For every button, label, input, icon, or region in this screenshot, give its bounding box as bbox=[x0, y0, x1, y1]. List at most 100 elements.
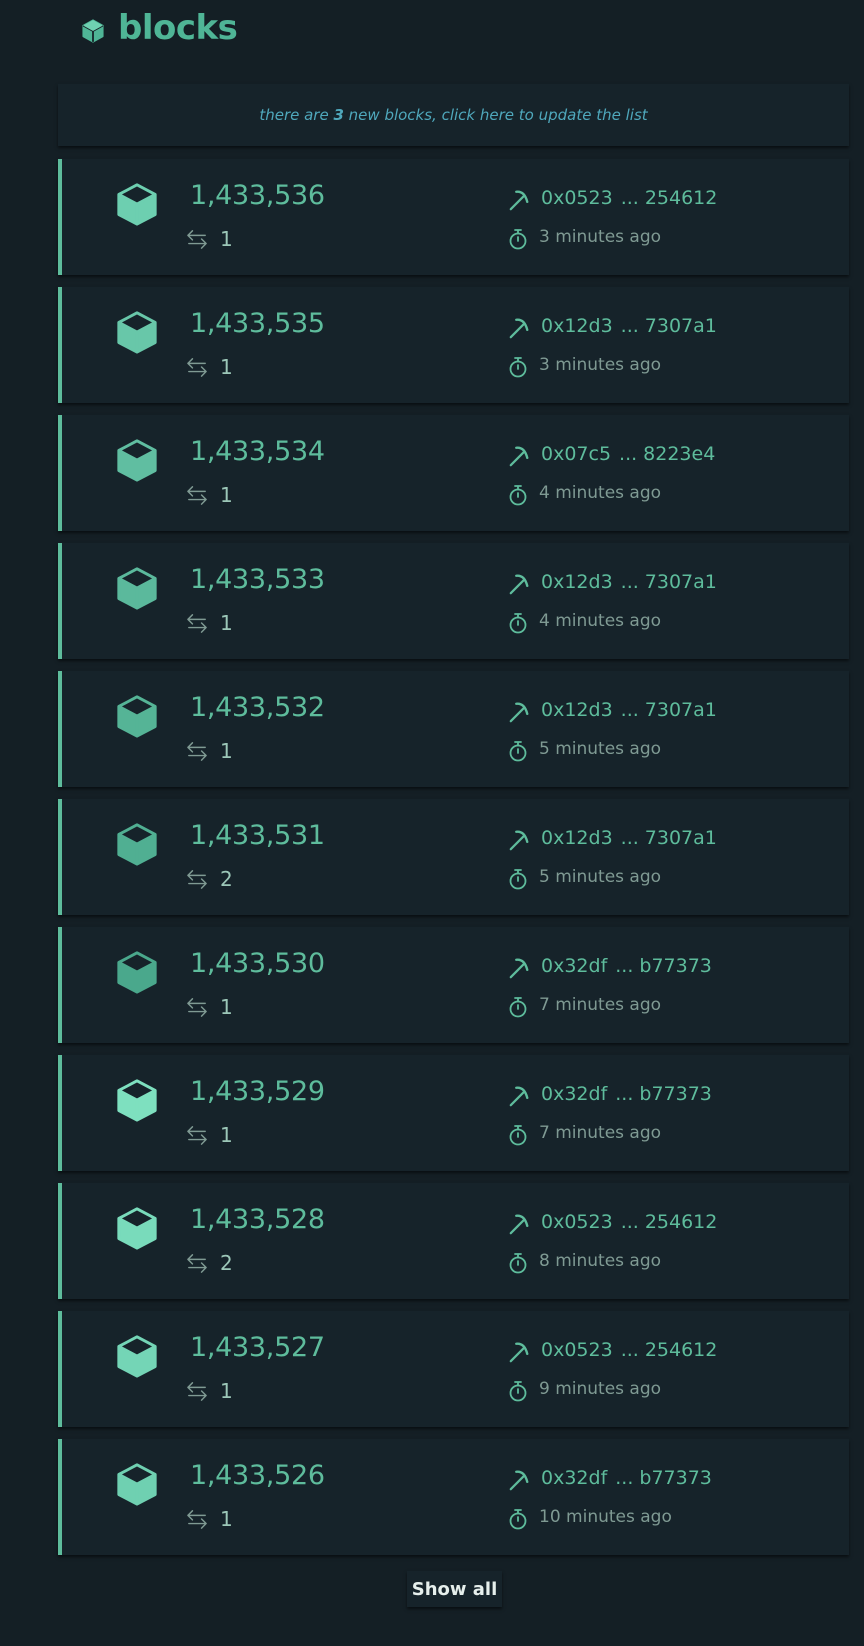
tx-count: 1 bbox=[220, 1507, 233, 1531]
block-number[interactable]: 1,433,531 bbox=[190, 820, 325, 851]
miner-address-prefix: 0x32df bbox=[541, 1467, 608, 1489]
block-row[interactable]: 1,433,526 1 0x32df... b77373 10 minutes a… bbox=[58, 1439, 849, 1555]
miner-address-prefix: 0x07c5 bbox=[541, 443, 612, 465]
miner-address[interactable]: 0x12d3... 7307a1 bbox=[541, 315, 717, 337]
tx-count: 1 bbox=[220, 1123, 233, 1147]
block-number[interactable]: 1,433,529 bbox=[190, 1076, 325, 1107]
miner-address-prefix: 0x0523 bbox=[541, 1339, 613, 1361]
block-cube-icon bbox=[117, 1463, 157, 1506]
miner-address-suffix: 7307a1 bbox=[644, 571, 717, 593]
miner-address-ellipsis: ... bbox=[620, 699, 639, 721]
new-blocks-notice[interactable]: there are 3 new blocks, click here to up… bbox=[58, 84, 849, 146]
block-time: 4 minutes ago bbox=[539, 483, 662, 503]
block-time: 3 minutes ago bbox=[539, 227, 662, 247]
block-time: 5 minutes ago bbox=[539, 867, 662, 887]
transfer-arrows-icon bbox=[187, 614, 207, 633]
notice-prefix: there are bbox=[259, 106, 334, 124]
block-row[interactable]: 1,433,528 2 0x0523... 254612 8 minutes ag… bbox=[58, 1183, 849, 1299]
miner-address-suffix: 7307a1 bbox=[644, 315, 717, 337]
stopwatch-icon bbox=[509, 1125, 527, 1146]
pickaxe-icon bbox=[509, 318, 529, 339]
miner-address[interactable]: 0x32df... b77373 bbox=[541, 1467, 712, 1489]
tx-count: 1 bbox=[220, 611, 233, 635]
miner-address[interactable]: 0x07c5... 8223e4 bbox=[541, 443, 715, 465]
miner-address-suffix: b77373 bbox=[639, 1467, 712, 1489]
block-number[interactable]: 1,433,533 bbox=[190, 564, 325, 595]
block-number[interactable]: 1,433,532 bbox=[190, 692, 325, 723]
block-row[interactable]: 1,433,529 1 0x32df... b77373 7 minutes ag… bbox=[58, 1055, 849, 1171]
miner-address[interactable]: 0x32df... b77373 bbox=[541, 1083, 712, 1105]
transfer-arrows-icon bbox=[187, 1510, 207, 1529]
block-cube-icon bbox=[117, 439, 157, 482]
block-row[interactable]: 1,433,535 1 0x12d3... 7307a1 3 minutes ag… bbox=[58, 287, 849, 403]
block-row[interactable]: 1,433,534 1 0x07c5... 8223e4 4 minutes ag… bbox=[58, 415, 849, 531]
miner-address-suffix: 254612 bbox=[644, 1339, 718, 1361]
miner-address-prefix: 0x32df bbox=[541, 955, 608, 977]
transfer-arrows-icon bbox=[187, 230, 207, 249]
block-number[interactable]: 1,433,530 bbox=[190, 948, 325, 979]
pickaxe-icon bbox=[509, 1470, 529, 1491]
block-time: 4 minutes ago bbox=[539, 611, 662, 631]
block-number[interactable]: 1,433,528 bbox=[190, 1204, 325, 1235]
stopwatch-icon bbox=[509, 229, 527, 250]
block-number[interactable]: 1,433,535 bbox=[190, 308, 325, 339]
notice-count: 3 bbox=[333, 106, 344, 124]
tx-count: 2 bbox=[220, 1251, 233, 1275]
transfer-arrows-icon bbox=[187, 358, 207, 377]
transfer-arrows-icon bbox=[187, 870, 207, 889]
miner-address-prefix: 0x12d3 bbox=[541, 315, 613, 337]
block-row[interactable]: 1,433,531 2 0x12d3... 7307a1 5 minutes ag… bbox=[58, 799, 849, 915]
miner-address-ellipsis: ... bbox=[620, 1339, 639, 1361]
block-cube-icon bbox=[117, 1207, 157, 1250]
block-number[interactable]: 1,433,536 bbox=[190, 180, 325, 211]
miner-address[interactable]: 0x0523... 254612 bbox=[541, 1339, 717, 1361]
block-row[interactable]: 1,433,533 1 0x12d3... 7307a1 4 minutes ag… bbox=[58, 543, 849, 659]
block-time: 7 minutes ago bbox=[539, 995, 662, 1015]
block-cube-icon bbox=[117, 311, 157, 354]
miner-address-ellipsis: ... bbox=[619, 443, 638, 465]
transfer-arrows-icon bbox=[187, 486, 207, 505]
tx-count: 1 bbox=[220, 483, 233, 507]
miner-address[interactable]: 0x0523... 254612 bbox=[541, 187, 717, 209]
miner-address[interactable]: 0x32df... b77373 bbox=[541, 955, 712, 977]
miner-address[interactable]: 0x12d3... 7307a1 bbox=[541, 827, 717, 849]
page: blocks there are 3 new blocks, click her… bbox=[0, 0, 864, 1646]
pickaxe-icon bbox=[509, 574, 529, 595]
miner-address-prefix: 0x12d3 bbox=[541, 827, 613, 849]
block-row[interactable]: 1,433,527 1 0x0523... 254612 9 minutes ag… bbox=[58, 1311, 849, 1427]
cube-icon bbox=[82, 19, 104, 43]
miner-address-ellipsis: ... bbox=[615, 1083, 634, 1105]
miner-address[interactable]: 0x12d3... 7307a1 bbox=[541, 699, 717, 721]
page-title: blocks bbox=[118, 8, 238, 48]
miner-address[interactable]: 0x0523... 254612 bbox=[541, 1211, 717, 1233]
block-number[interactable]: 1,433,527 bbox=[190, 1332, 325, 1363]
block-row[interactable]: 1,433,532 1 0x12d3... 7307a1 5 minutes ag… bbox=[58, 671, 849, 787]
pickaxe-icon bbox=[509, 1086, 529, 1107]
block-number[interactable]: 1,433,534 bbox=[190, 436, 325, 467]
stopwatch-icon bbox=[509, 1253, 527, 1274]
miner-address-prefix: 0x32df bbox=[541, 1083, 608, 1105]
block-row[interactable]: 1,433,530 1 0x32df... b77373 7 minutes ag… bbox=[58, 927, 849, 1043]
stopwatch-icon bbox=[509, 1381, 527, 1402]
miner-address-suffix: b77373 bbox=[639, 1083, 712, 1105]
transfer-arrows-icon bbox=[187, 1382, 207, 1401]
block-row[interactable]: 1,433,536 1 0x0523... 254612 3 minutes ag… bbox=[58, 159, 849, 275]
block-time: 9 minutes ago bbox=[539, 1379, 662, 1399]
block-cube-icon bbox=[117, 183, 157, 226]
miner-address-suffix: 254612 bbox=[644, 1211, 718, 1233]
pickaxe-icon bbox=[509, 702, 529, 723]
stopwatch-icon bbox=[509, 997, 527, 1018]
stopwatch-icon bbox=[509, 357, 527, 378]
page-header: blocks bbox=[80, 4, 238, 52]
tx-count: 1 bbox=[220, 995, 233, 1019]
block-list: 1,433,536 1 0x0523... 254612 3 minutes ag… bbox=[58, 159, 849, 1567]
show-all-button[interactable]: Show all bbox=[407, 1571, 502, 1607]
miner-address-suffix: 254612 bbox=[644, 187, 718, 209]
block-number[interactable]: 1,433,526 bbox=[190, 1460, 325, 1491]
miner-address[interactable]: 0x12d3... 7307a1 bbox=[541, 571, 717, 593]
miner-address-ellipsis: ... bbox=[615, 1467, 634, 1489]
stopwatch-icon bbox=[509, 741, 527, 762]
miner-address-suffix: 8223e4 bbox=[643, 443, 716, 465]
stopwatch-icon bbox=[509, 1509, 527, 1530]
miner-address-ellipsis: ... bbox=[620, 1211, 639, 1233]
